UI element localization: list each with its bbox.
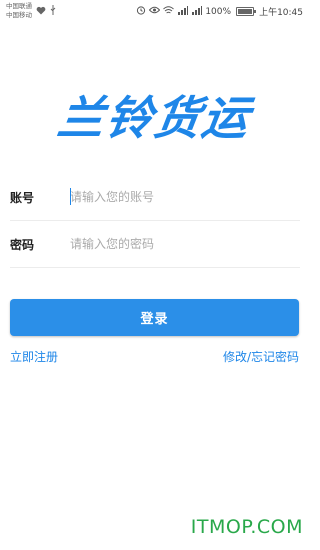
forgot-password-link[interactable]: 修改/忘记密码 — [223, 348, 299, 365]
password-input[interactable] — [70, 232, 295, 256]
heart-icon — [36, 6, 46, 18]
text-cursor — [70, 188, 71, 205]
password-label: 密码 — [10, 238, 35, 252]
wifi-icon — [163, 5, 175, 18]
battery-percent: 100% — [205, 6, 232, 17]
app-logo: 兰铃货运 — [54, 91, 254, 145]
clock: 上午10:45 — [259, 8, 303, 18]
carrier-2: 中国移动 — [6, 11, 32, 19]
signal-icon-1 — [177, 5, 189, 18]
carrier-1: 中国联通 — [6, 2, 32, 10]
account-input[interactable] — [70, 185, 295, 209]
alarm-icon — [136, 5, 146, 18]
register-link[interactable]: 立即注册 — [10, 348, 58, 365]
usb-icon — [50, 5, 56, 18]
battery-icon — [236, 7, 257, 16]
status-right: 100% 上午10:45 — [136, 5, 303, 18]
status-bar: 中国联通 中国移动 100% 上午10:45 — [0, 0, 309, 22]
eye-icon — [149, 6, 161, 17]
account-row: 账号 — [10, 176, 300, 221]
account-label: 账号 — [10, 191, 35, 205]
carrier-info: 中国联通 中国移动 — [6, 2, 32, 20]
signal-icon-2 — [191, 5, 203, 18]
notification-icons — [36, 5, 56, 18]
password-row: 密码 — [10, 223, 300, 268]
site-watermark: ITMOP.COM — [190, 516, 303, 538]
login-button[interactable]: 登录 — [10, 299, 299, 336]
